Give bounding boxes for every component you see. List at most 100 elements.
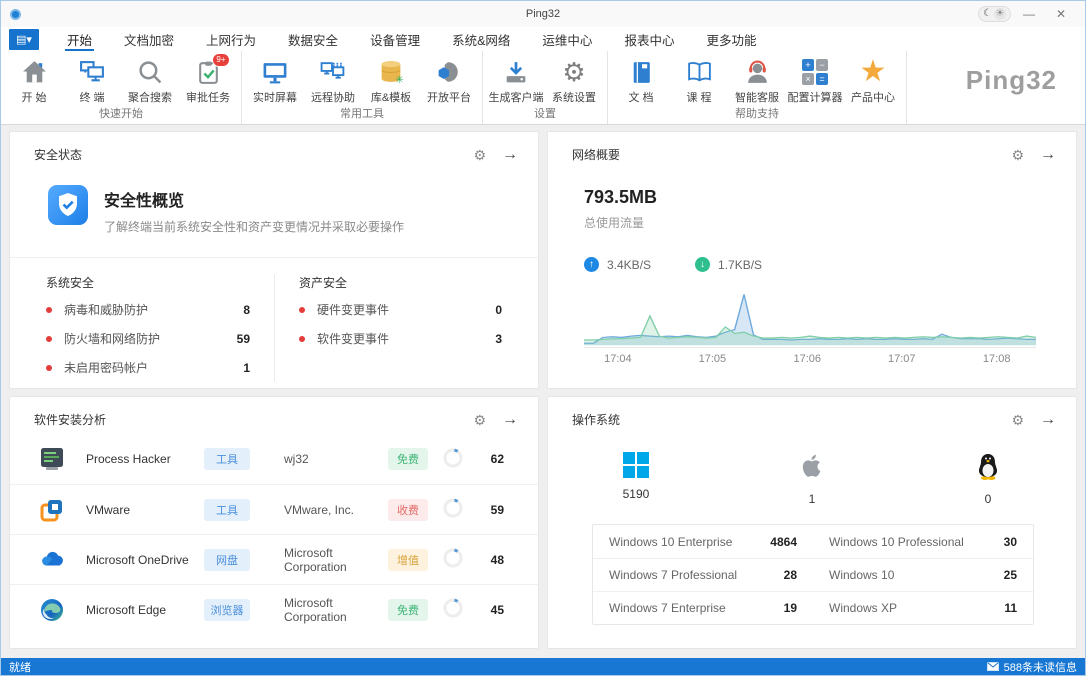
network-traffic-chart: 17:04 17:05 17:06 17:07 17:08 [584, 282, 1036, 369]
tab-web-behavior[interactable]: 上网行为 [190, 27, 272, 51]
sun-icon[interactable]: ☀ [994, 8, 1006, 20]
network-chart [584, 282, 1036, 348]
ribbon-item-course[interactable]: 课 程 [670, 55, 728, 105]
security-item: 硬件变更事件 0 [299, 295, 502, 324]
process-hacker-icon [40, 447, 64, 471]
main-menu-button[interactable]: ▤▾ [9, 29, 39, 50]
app-window: Ping32 ☾ ☀ — ✕ ▤▾ 开始 文档加密 上网行为 数据安全 设备管理… [0, 0, 1086, 676]
software-name: VMware [86, 503, 204, 517]
ribbon-item-library-template[interactable]: ✳ 库&模板 [362, 55, 420, 105]
security-overview-title: 安全性概览 [104, 187, 404, 211]
security-item-label: 防火墙和网络防护 [64, 330, 237, 347]
ribbon-item-label: 生成客户端 [489, 89, 544, 105]
price-badge: 免费 [388, 599, 428, 621]
ribbon-item-generate-client[interactable]: 生成客户端 [487, 55, 545, 105]
theme-toggle[interactable]: ☾ ☀ [978, 6, 1011, 22]
software-row: Microsoft Edge 浏览器 Microsoft Corporation… [10, 584, 538, 634]
ribbon-item-label: 文 档 [628, 89, 653, 105]
windows-logo-icon [623, 452, 649, 478]
hamburger-icon: ▤▾ [16, 33, 32, 46]
total-traffic-label: 总使用流量 [584, 214, 1076, 231]
system-settings-icon: ⚙ [562, 57, 585, 87]
security-item-label: 病毒和威胁防护 [64, 301, 243, 318]
price-badge: 收费 [388, 499, 428, 521]
ribbon-item-config-calculator[interactable]: +−×= 配置计算器 [786, 55, 844, 105]
os-name: Windows 10 Enterprise [609, 535, 770, 549]
app-icon [10, 9, 21, 20]
ribbon-item-label: 智能客服 [735, 89, 779, 105]
category-badge: 工具 [204, 448, 250, 470]
card-open-icon[interactable]: → [502, 412, 518, 428]
card-network-overview: 网络概要 ⚙ → 793.5MB 总使用流量 ↑ 3.4KB/S ↓ 1.7KB… [547, 131, 1077, 389]
ribbon-group-settings: 生成客户端 ⚙ 系统设置 设置 [483, 51, 608, 124]
os-value: 30 [1004, 535, 1017, 549]
ribbon-item-system-settings[interactable]: ⚙ 系统设置 [545, 55, 603, 105]
open-platform-icon [435, 57, 463, 87]
security-item-value: 3 [495, 332, 502, 346]
ribbon-item-approval-tasks[interactable]: 9+ 审批任务 [179, 55, 237, 105]
upload-arrow-icon: ↑ [584, 257, 599, 272]
ribbon-item-remote-assist[interactable]: 远程协助 [304, 55, 362, 105]
message-icon [987, 662, 999, 671]
window-title: Ping32 [1, 8, 1085, 20]
os-name: Windows 10 Professional [829, 535, 1004, 549]
ribbon-item-label: 配置计算器 [788, 89, 843, 105]
os-value: 28 [784, 568, 797, 582]
os-name: Windows XP [829, 601, 1004, 615]
ribbon-group-quick-start: 开 始 终 端 聚合搜索 9+ [1, 51, 242, 124]
chart-x-axis: 17:04 17:05 17:06 17:07 17:08 [584, 353, 1036, 369]
tab-ops-center[interactable]: 运维中心 [526, 27, 608, 51]
upload-rate-value: 3.4KB/S [607, 258, 651, 272]
minimize-button[interactable]: — [1015, 4, 1043, 24]
document-icon [628, 57, 655, 87]
price-badge: 免费 [388, 448, 428, 470]
card-open-icon[interactable]: → [1040, 412, 1056, 428]
tab-home[interactable]: 开始 [51, 27, 108, 51]
security-item-value: 59 [237, 332, 250, 346]
library-template-icon: ✳ [377, 57, 405, 87]
software-row: Process Hacker 工具 wj32 免费 62 [10, 434, 538, 484]
ribbon-item-open-platform[interactable]: 开放平台 [420, 55, 478, 105]
download-rate: ↓ 1.7KB/S [695, 257, 762, 272]
os-name: Windows 7 Enterprise [609, 601, 784, 615]
os-name: Windows 10 [829, 568, 1004, 582]
security-item: 病毒和威胁防护 8 [46, 295, 250, 324]
card-settings-icon[interactable]: ⚙ [473, 148, 486, 162]
card-title: 网络概要 [572, 146, 620, 163]
card-title: 安全状态 [34, 146, 82, 163]
security-item: 未启用密码帐户 1 [46, 353, 250, 382]
tab-system-network[interactable]: 系统&网络 [436, 27, 526, 51]
install-ring-icon [442, 547, 464, 572]
ribbon-item-terminal[interactable]: 终 端 [63, 55, 121, 105]
close-button[interactable]: ✕ [1047, 4, 1075, 24]
ribbon-item-home[interactable]: 开 始 [5, 55, 63, 105]
remote-assist-icon [319, 57, 347, 87]
tab-data-security[interactable]: 数据安全 [272, 27, 354, 51]
download-rate-value: 1.7KB/S [718, 258, 762, 272]
alert-dot-icon [46, 307, 52, 313]
linux-tux-icon [976, 452, 1000, 483]
ribbon-item-label: 课 程 [686, 89, 711, 105]
ribbon-item-aggregate-search[interactable]: 聚合搜索 [121, 55, 179, 105]
ribbon-item-product-center[interactable]: ★ 产品中心 [844, 55, 902, 105]
os-count: 1 [809, 492, 816, 506]
asset-security-section: 资产安全 硬件变更事件 0 软件变更事件 3 [274, 274, 502, 382]
card-open-icon[interactable]: → [502, 147, 518, 163]
tab-more-features[interactable]: 更多功能 [690, 27, 772, 51]
moon-icon[interactable]: ☾ [983, 9, 992, 19]
card-settings-icon[interactable]: ⚙ [473, 413, 486, 427]
ribbon-item-document[interactable]: 文 档 [612, 55, 670, 105]
tab-report-center[interactable]: 报表中心 [608, 27, 690, 51]
upload-rate: ↑ 3.4KB/S [584, 257, 651, 272]
unread-messages[interactable]: 588条未读信息 [987, 659, 1077, 675]
tab-doc-encryption[interactable]: 文档加密 [108, 27, 190, 51]
category-badge: 浏览器 [204, 599, 250, 621]
card-settings-icon[interactable]: ⚙ [1011, 148, 1024, 162]
card-settings-icon[interactable]: ⚙ [1011, 413, 1024, 427]
tab-device-management[interactable]: 设备管理 [354, 27, 436, 51]
ribbon-item-smart-service[interactable]: 智能客服 [728, 55, 786, 105]
ribbon-item-realtime-screen[interactable]: 实时屏幕 [246, 55, 304, 105]
card-open-icon[interactable]: → [1040, 147, 1056, 163]
system-security-section: 系统安全 病毒和威胁防护 8 防火墙和网络防护 59 未启用密码帐户 [46, 274, 274, 382]
software-name: Microsoft Edge [86, 603, 204, 617]
